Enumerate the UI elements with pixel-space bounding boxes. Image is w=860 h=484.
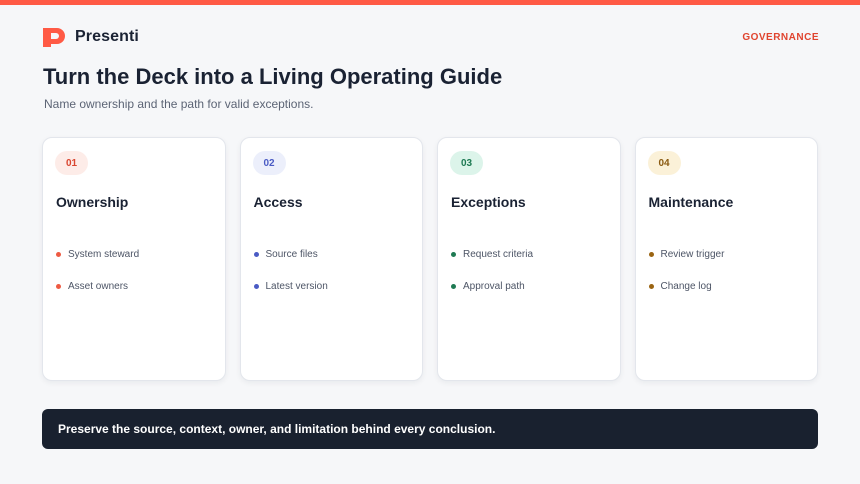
bullet-dot-icon: [253, 251, 259, 257]
card-list: System steward Asset owners: [56, 248, 139, 312]
bullet-dot-icon: [253, 283, 259, 289]
card-access: 02 Access Source files Latest version: [239, 137, 423, 381]
list-item-label: System steward: [68, 248, 140, 260]
card-number-badge: 02: [252, 151, 286, 175]
list-item: Change log: [648, 280, 725, 292]
card-number-badge: 04: [647, 151, 681, 175]
card-exceptions: 03 Exceptions Request criteria Approval …: [437, 137, 621, 381]
bullet-dot-icon: [56, 251, 61, 257]
list-item: Request criteria: [451, 248, 533, 260]
bullet-dot-icon: [56, 283, 61, 289]
card-title: Exceptions: [451, 194, 526, 210]
footer-text: Preserve the source, context, owner, and…: [58, 422, 496, 436]
list-item: Source files: [253, 248, 328, 260]
slide-subtitle: Name ownership and the path for valid ex…: [44, 97, 314, 111]
bullet-dot-icon: [451, 283, 456, 289]
card-title: Access: [253, 194, 303, 210]
list-item: System steward: [56, 248, 139, 260]
card-title: Ownership: [56, 194, 129, 210]
list-item: Latest version: [253, 280, 328, 292]
brand-logo: Presenti: [41, 26, 139, 48]
list-item-label: Latest version: [265, 280, 328, 292]
section-tag: GOVERNANCE: [742, 32, 819, 43]
bullet-dot-icon: [648, 251, 654, 257]
list-item-label: Source files: [265, 248, 318, 260]
card-number-badge: 03: [450, 151, 483, 175]
bullet-dot-icon: [451, 251, 456, 257]
card-list: Review trigger Change log: [648, 248, 725, 312]
card-row: 01 Ownership System steward Asset owners…: [42, 137, 818, 381]
list-item: Asset owners: [56, 280, 139, 292]
slide-title: Turn the Deck into a Living Operating Gu…: [43, 64, 503, 89]
list-item: Approval path: [451, 280, 533, 292]
list-item-label: Request criteria: [463, 248, 534, 260]
list-item-label: Review trigger: [660, 248, 725, 260]
card-number-badge: 01: [55, 151, 88, 175]
card-title: Maintenance: [648, 194, 734, 210]
list-item-label: Approval path: [463, 280, 525, 292]
footer-banner: Preserve the source, context, owner, and…: [42, 409, 818, 449]
list-item-label: Change log: [660, 280, 712, 292]
bullet-dot-icon: [648, 283, 654, 289]
card-maintenance: 04 Maintenance Review trigger Change log: [634, 137, 818, 381]
list-item: Review trigger: [648, 248, 725, 260]
presenti-logo-icon: [43, 28, 65, 47]
card-list: Request criteria Approval path: [451, 248, 533, 312]
card-list: Source files Latest version: [253, 248, 328, 312]
brand-name: Presenti: [75, 28, 139, 45]
list-item-label: Asset owners: [68, 280, 129, 292]
top-accent-bar: [0, 0, 860, 5]
card-ownership: 01 Ownership System steward Asset owners: [42, 137, 226, 381]
